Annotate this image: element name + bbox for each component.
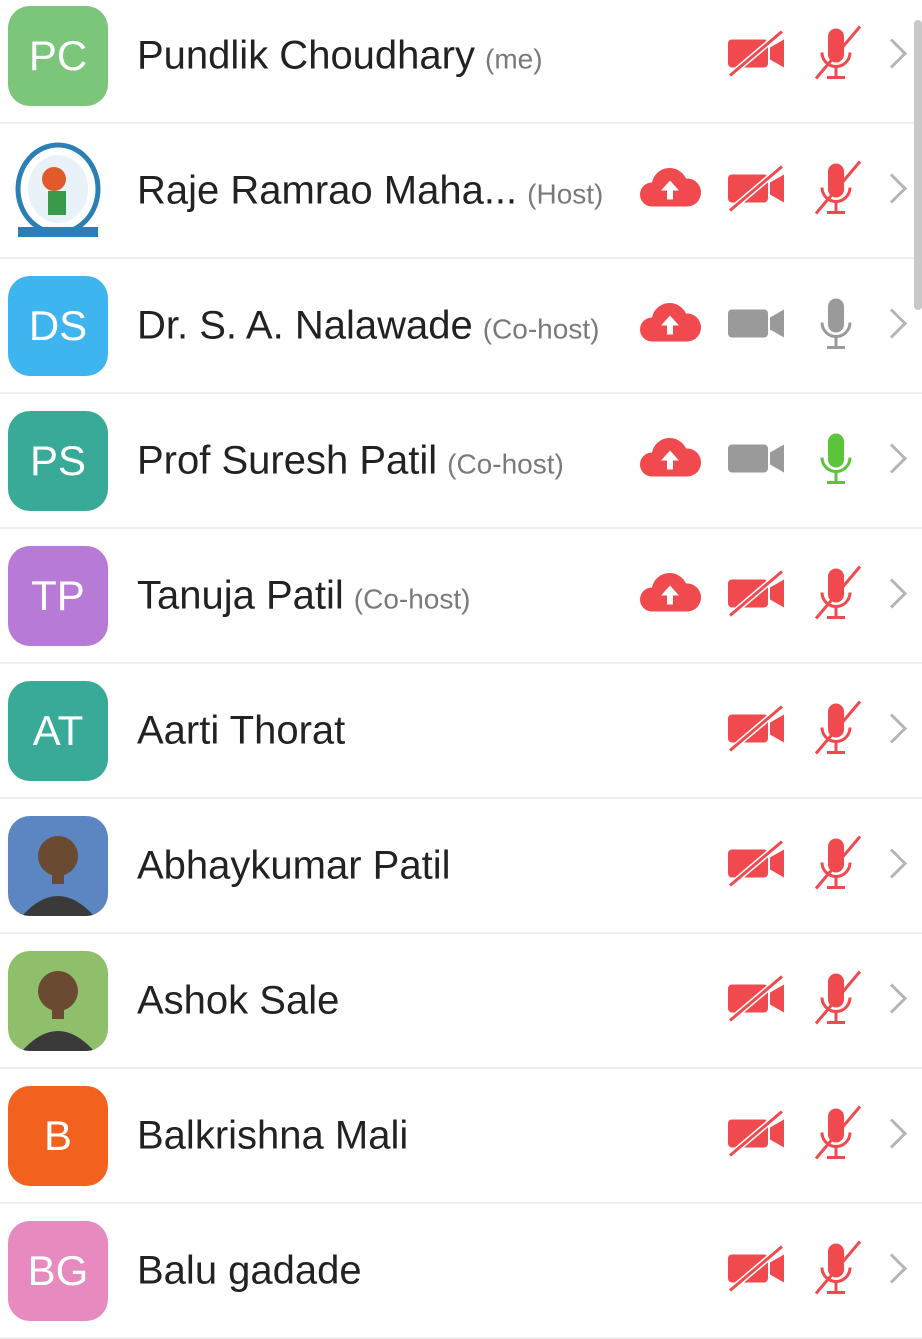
cloud-recording-icon — [638, 436, 702, 485]
participant-row[interactable]: PS Prof Suresh Patil (Co-host) — [0, 394, 922, 529]
mic-muted-icon — [810, 834, 866, 897]
participant-row[interactable]: Ashok Sale — [0, 934, 922, 1069]
video-off-icon — [726, 703, 786, 757]
participant-row[interactable]: Raje Ramrao Maha... (Host) — [0, 124, 922, 259]
participant-role: (Co-host) — [353, 583, 471, 614]
participant-role: (me) — [485, 43, 543, 74]
participant-name-block: Ashok Sale — [137, 978, 339, 1023]
video-camera-icon — [726, 299, 786, 352]
video-off-icon — [726, 568, 786, 622]
cloud-recording-icon — [638, 571, 702, 620]
participant-name: Abhaykumar Patil — [137, 843, 451, 887]
chevron-right-icon[interactable] — [885, 33, 911, 78]
chevron-right-icon[interactable] — [885, 438, 911, 483]
participant-role: (Co-host) — [447, 448, 564, 479]
participant-row[interactable]: DS Dr. S. A. Nalawade (Co-host) — [0, 259, 922, 394]
participant-name-block: Aarti Thorat — [137, 708, 345, 753]
chevron-right-icon[interactable] — [885, 978, 911, 1023]
cloud-recording-icon — [638, 301, 702, 350]
participant-row[interactable]: TP Tanuja Patil (Co-host) — [0, 529, 922, 664]
microphone-icon — [810, 294, 866, 357]
avatar: AT — [8, 680, 108, 781]
avatar: BG — [8, 1220, 108, 1321]
video-off-icon — [726, 1108, 786, 1162]
participant-name-block: Tanuja Patil (Co-host) — [137, 573, 471, 618]
avatar — [8, 140, 108, 241]
avatar: TP — [8, 545, 108, 646]
avatar — [8, 950, 108, 1051]
cloud-recording-icon — [638, 166, 702, 215]
participant-row[interactable]: BG Balu gadade — [0, 1204, 922, 1339]
participant-role: (Co-host) — [482, 313, 600, 344]
mic-muted-icon — [810, 969, 866, 1032]
mic-muted-icon — [810, 159, 866, 222]
video-off-icon — [726, 28, 786, 82]
participant-name-block: Raje Ramrao Maha... (Host) — [137, 168, 603, 213]
participant-name-block: Dr. S. A. Nalawade (Co-host) — [137, 303, 599, 348]
participant-name-block: Abhaykumar Patil — [137, 843, 450, 888]
participant-name: Dr. S. A. Nalawade — [137, 303, 473, 347]
participant-name-block: Balkrishna Mali — [137, 1113, 408, 1158]
avatar: DS — [8, 275, 108, 376]
avatar: PC — [8, 5, 108, 106]
participant-row[interactable]: PC Pundlik Choudhary (me) — [0, 0, 922, 124]
mic-muted-icon — [810, 1104, 866, 1167]
participant-name: Balkrishna Mali — [137, 1113, 409, 1157]
chevron-right-icon[interactable] — [885, 708, 911, 753]
participant-row[interactable]: Abhaykumar Patil — [0, 799, 922, 934]
mic-muted-icon — [810, 24, 866, 87]
video-off-icon — [726, 973, 786, 1027]
participant-name: Prof Suresh Patil — [137, 438, 438, 482]
participant-name: Aarti Thorat — [137, 708, 346, 752]
video-off-icon — [726, 1243, 786, 1297]
avatar — [8, 815, 108, 916]
chevron-right-icon[interactable] — [885, 843, 911, 888]
avatar: B — [8, 1085, 108, 1186]
mic-muted-icon — [810, 564, 866, 627]
participant-row[interactable]: AT Aarti Thorat — [0, 664, 922, 799]
chevron-right-icon[interactable] — [885, 303, 911, 348]
participant-name: Balu gadade — [137, 1248, 362, 1292]
video-camera-icon — [726, 434, 786, 487]
chevron-right-icon[interactable] — [885, 168, 911, 213]
chevron-right-icon[interactable] — [885, 573, 911, 618]
participant-name-block: Balu gadade — [137, 1248, 362, 1293]
mic-muted-icon — [810, 699, 866, 762]
avatar: PS — [8, 410, 108, 511]
scrollbar[interactable] — [914, 20, 922, 310]
participant-name-block: Prof Suresh Patil (Co-host) — [137, 438, 564, 483]
chevron-right-icon[interactable] — [885, 1248, 911, 1293]
participant-role: (Host) — [527, 178, 604, 209]
participant-name: Raje Ramrao Maha... — [137, 168, 518, 212]
video-off-icon — [726, 163, 786, 217]
participant-name-block: Pundlik Choudhary (me) — [137, 33, 543, 78]
video-off-icon — [726, 838, 786, 892]
participant-row[interactable]: B Balkrishna Mali — [0, 1069, 922, 1204]
microphone-icon — [810, 429, 866, 492]
chevron-right-icon[interactable] — [885, 1113, 911, 1158]
participant-name: Tanuja Patil — [137, 573, 344, 617]
mic-muted-icon — [810, 1239, 866, 1302]
participant-name: Pundlik Choudhary — [137, 33, 475, 77]
participant-name: Ashok Sale — [137, 978, 340, 1022]
